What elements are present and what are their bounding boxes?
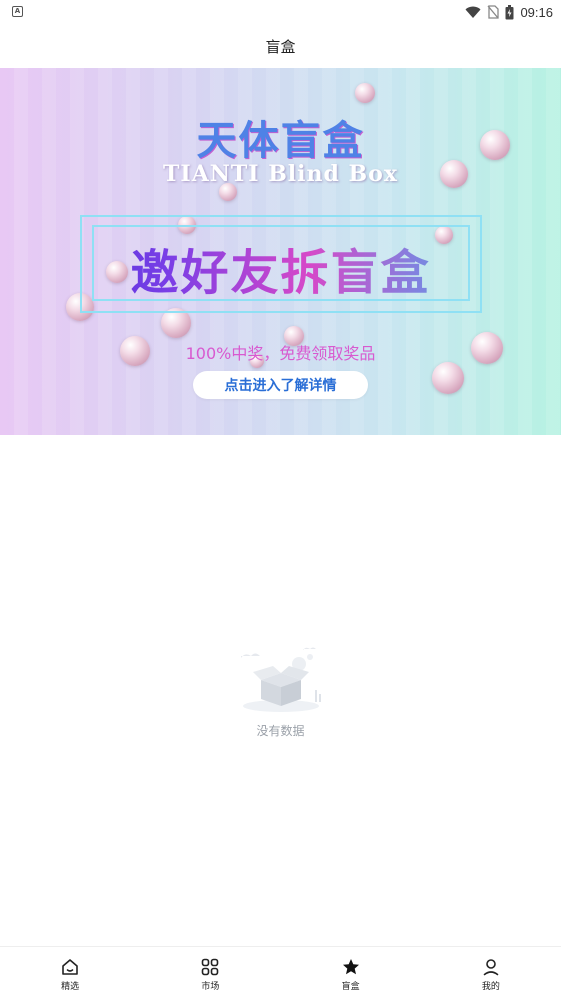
wifi-icon xyxy=(465,6,481,18)
bottom-tab-bar: 精选 市场 盲盒 我的 xyxy=(0,946,561,999)
banner-tagline: 100%中奖，免费领取奖品 xyxy=(185,344,376,363)
battery-icon xyxy=(505,4,514,19)
tab-market[interactable]: 市场 xyxy=(140,947,280,999)
home-icon xyxy=(62,959,78,975)
tab-label: 精选 xyxy=(61,982,80,992)
tab-label: 盲盒 xyxy=(341,982,360,992)
tab-featured[interactable]: 精选 xyxy=(0,947,140,999)
banner-headline: 邀好友拆盲盒 xyxy=(0,233,561,303)
tab-blind-box[interactable]: 盲盒 xyxy=(281,947,421,999)
tab-label: 市场 xyxy=(201,982,220,992)
brand-subtitle: TIANTI Blind Box xyxy=(163,161,398,187)
pearl-decoration xyxy=(355,83,375,103)
tab-profile[interactable]: 我的 xyxy=(421,947,561,999)
promo-banner[interactable]: 天体盲盒 TIANTI Blind Box 邀好友拆盲盒 100%中奖，免费领取… xyxy=(0,68,561,435)
tab-label: 我的 xyxy=(481,982,500,992)
empty-box-illustration xyxy=(241,647,321,712)
no-sim-icon xyxy=(487,5,500,19)
user-icon xyxy=(483,959,499,976)
grid-icon xyxy=(202,958,219,976)
learn-more-button[interactable]: 点击进入了解详情 xyxy=(193,371,368,399)
star-icon xyxy=(342,959,359,975)
pearl-decoration xyxy=(432,362,464,394)
status-icons: 09:16 xyxy=(465,3,553,21)
header: 盲盒 xyxy=(0,24,561,68)
brand-title: 天体盲盒 xyxy=(196,118,365,164)
notification-icon: A xyxy=(12,6,23,17)
status-time: 09:16 xyxy=(520,4,553,20)
page-title: 盲盒 xyxy=(265,37,296,56)
empty-state: 没有数据 xyxy=(0,640,561,750)
status-bar: A 09:16 xyxy=(0,0,561,24)
empty-state-message: 没有数据 xyxy=(256,724,305,738)
